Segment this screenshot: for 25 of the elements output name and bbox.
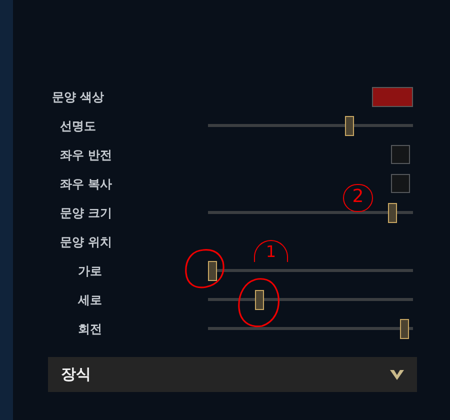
slider[interactable] [208,290,413,310]
slider-thumb[interactable] [345,116,354,136]
slider-thumb[interactable] [400,318,410,338]
checkbox[interactable] [391,145,410,164]
slider[interactable] [208,116,413,136]
setting-label: 가로 [77,262,102,280]
setting-label: 문양 색상 [52,88,104,106]
setting-label: 좌우 반전 [59,146,112,164]
setting-label: 문양 크기 [59,204,112,222]
annotation-number: 1 [254,240,288,262]
slider[interactable] [208,318,413,338]
annotation-number: 2 [343,184,373,212]
section-header[interactable]: 장식 [48,357,417,392]
setting-label: 회전 [77,320,102,338]
slider-thumb[interactable] [388,202,398,222]
slider[interactable] [208,260,413,280]
slider-thumb[interactable] [255,290,264,310]
slider[interactable] [208,202,413,222]
setting-label: 선명도 [59,118,96,134]
slider-thumb[interactable] [208,260,217,280]
checkbox[interactable] [391,174,410,193]
setting-label: 좌우 복사 [59,176,112,192]
setting-label: 세로 [76,292,102,308]
setting-label: 문양 위치 [59,234,112,250]
color-swatch[interactable] [372,86,413,106]
